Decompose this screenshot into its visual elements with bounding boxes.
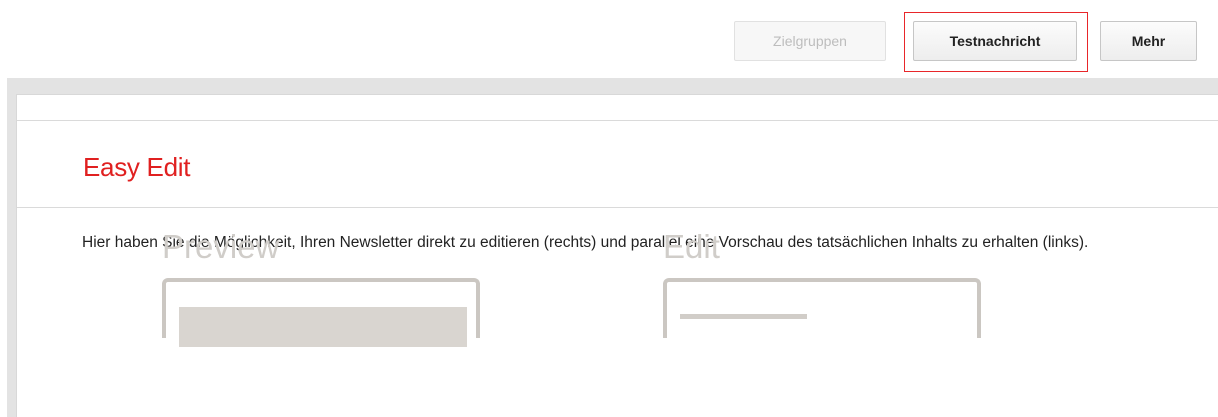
- target-groups-button[interactable]: Zielgruppen: [734, 21, 886, 61]
- edit-illustration: [663, 278, 981, 338]
- preview-illustration: [162, 278, 480, 347]
- divider: [17, 207, 1218, 208]
- divider: [17, 120, 1218, 121]
- preview-label: Preview: [162, 228, 280, 265]
- test-message-button[interactable]: Testnachricht: [913, 21, 1077, 61]
- page: Zielgruppen Testnachricht Mehr Easy Edit…: [0, 0, 1218, 417]
- more-button[interactable]: Mehr: [1100, 21, 1197, 61]
- section-title: Easy Edit: [83, 152, 191, 182]
- edit-label: Edit: [663, 228, 720, 265]
- preview-content-block: [179, 307, 467, 347]
- edit-content-line: [680, 314, 807, 319]
